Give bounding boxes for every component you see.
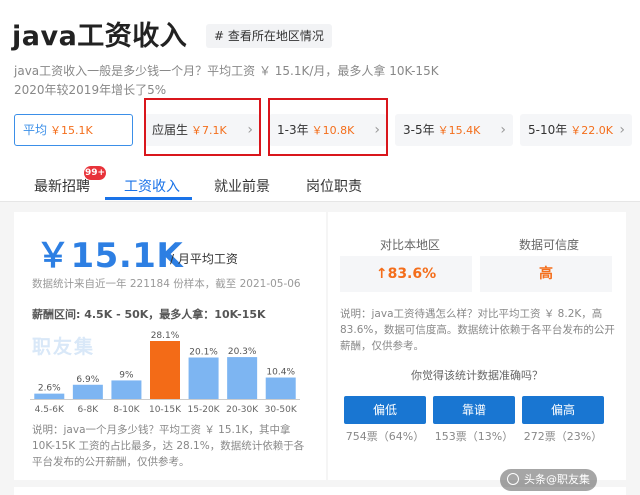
chart-category-label: 8-10K xyxy=(113,405,140,415)
tab-salary[interactable]: 工资收入 xyxy=(124,176,180,196)
compare-local-label: 对比本地区 xyxy=(380,238,441,252)
filter-average-label: 平均 xyxy=(23,123,48,137)
average-salary-unit: / 月平均工资 xyxy=(170,252,238,266)
chart-value-label: 20.1% xyxy=(189,348,218,358)
data-source-note: 数据统计来自近一年 221184 份样本，截至 2021-05-06 xyxy=(32,278,301,290)
highlight-box-graduate xyxy=(144,98,261,156)
filter-5-10-years[interactable]: 5-10年 ￥22.0K › xyxy=(520,114,632,146)
chart-value-label: 20.3% xyxy=(228,347,257,357)
chart-description: 说明：java一个月多少钱？平均工资 ￥ 15.1K，其中拿 10K-15K 工… xyxy=(32,424,305,468)
highlight-box-1-3-years xyxy=(268,98,388,156)
vote-accurate-button[interactable]: 靠谱 xyxy=(433,396,515,424)
chart-value-label: 9% xyxy=(119,370,134,380)
chart-bar-30-50K xyxy=(265,377,296,399)
pay-range-text: 薪酬区间: 4.5K - 50K，最多人拿：10K-15K xyxy=(32,308,266,321)
chart-bar-10-15K xyxy=(150,341,180,399)
vote-low-count: 754票（64%） xyxy=(345,430,425,443)
vote-low-button[interactable]: 偏低 xyxy=(344,396,426,424)
chart-value-label: 6.9% xyxy=(76,375,99,385)
filter-3-5-value: ￥15.4K xyxy=(437,124,481,137)
vote-high-count: 272票（23%） xyxy=(523,430,603,443)
data-trust-value: 高 xyxy=(480,256,612,292)
chart-value-label: 2.6% xyxy=(38,384,61,394)
chart-bar-4.5-6K xyxy=(34,393,65,399)
chart-bar-20-30K xyxy=(227,357,258,399)
filter-average-value: ￥15.1K xyxy=(50,124,93,137)
comparison-description: 说明：java工资待遇怎么样？对比平均工资 ￥ 8.2K，高 83.6%，数据可… xyxy=(340,308,615,352)
chevron-right-icon: › xyxy=(619,122,625,138)
chart-bar-8-10K xyxy=(111,380,142,399)
accuracy-question: 你觉得该统计数据准确吗？ xyxy=(411,369,543,382)
compare-local-value: ↑83.6% xyxy=(340,256,472,292)
chart-bar-15-20K xyxy=(188,357,219,399)
tab-latest-jobs[interactable]: 最新招聘 xyxy=(34,176,90,196)
chart-bar-6-8K xyxy=(72,384,103,399)
chart-category-label: 4.5-6K xyxy=(35,405,65,415)
salary-distribution-chart: 2.6% 4.5-6K 6.9% 6-8K 9% 8-10K 28.1% 10-15K 20.1… xyxy=(30,331,300,415)
platform-watermark-logo: 头条@职友集 xyxy=(500,469,597,491)
data-trust-label: 数据可信度 xyxy=(519,238,580,252)
filter-5-10-value: ￥22.0K xyxy=(570,124,613,137)
salary-summary: java工资收入一般是多少钱一个月？平均工资 ￥ 15.1K/月，最多人拿 10… xyxy=(14,62,444,100)
chart-category-label: 6-8K xyxy=(78,405,100,415)
chart-category-label: 10-15K xyxy=(149,405,182,415)
filter-average[interactable]: 平均 ￥15.1K xyxy=(14,114,133,146)
filter-5-10-label: 5-10年 xyxy=(528,123,568,137)
tab-responsibilities[interactable]: 岗位职责 xyxy=(306,176,362,196)
tab-prospects[interactable]: 就业前景 xyxy=(214,176,270,196)
region-filter-tag[interactable]: # 查看所在地区情况 xyxy=(206,24,332,48)
chevron-right-icon: › xyxy=(500,122,506,138)
filter-3-5-years[interactable]: 3-5年 ￥15.4K › xyxy=(395,114,513,146)
filter-3-5-label: 3-5年 xyxy=(403,123,435,137)
active-tab-indicator xyxy=(105,197,192,200)
chart-value-label: 10.4% xyxy=(266,368,295,378)
chart-category-label: 20-30K xyxy=(226,405,259,415)
logo-text: 头条@职友集 xyxy=(524,473,590,486)
summary-line-1: java工资收入一般是多少钱一个月？平均工资 ￥ 15.1K/月，最多人拿 10… xyxy=(14,64,439,78)
chart-value-label: 28.1% xyxy=(151,331,180,341)
logo-icon xyxy=(507,473,519,485)
vote-high-button[interactable]: 偏高 xyxy=(522,396,604,424)
vote-accurate-count: 153票（13%） xyxy=(434,430,514,443)
average-salary-value: ￥15.1K xyxy=(36,236,184,276)
chart-category-label: 15-20K xyxy=(188,405,221,415)
new-jobs-badge: 99+ xyxy=(84,166,106,180)
page-title: java工资收入 xyxy=(12,21,188,52)
chart-category-label: 30-50K xyxy=(265,405,298,415)
